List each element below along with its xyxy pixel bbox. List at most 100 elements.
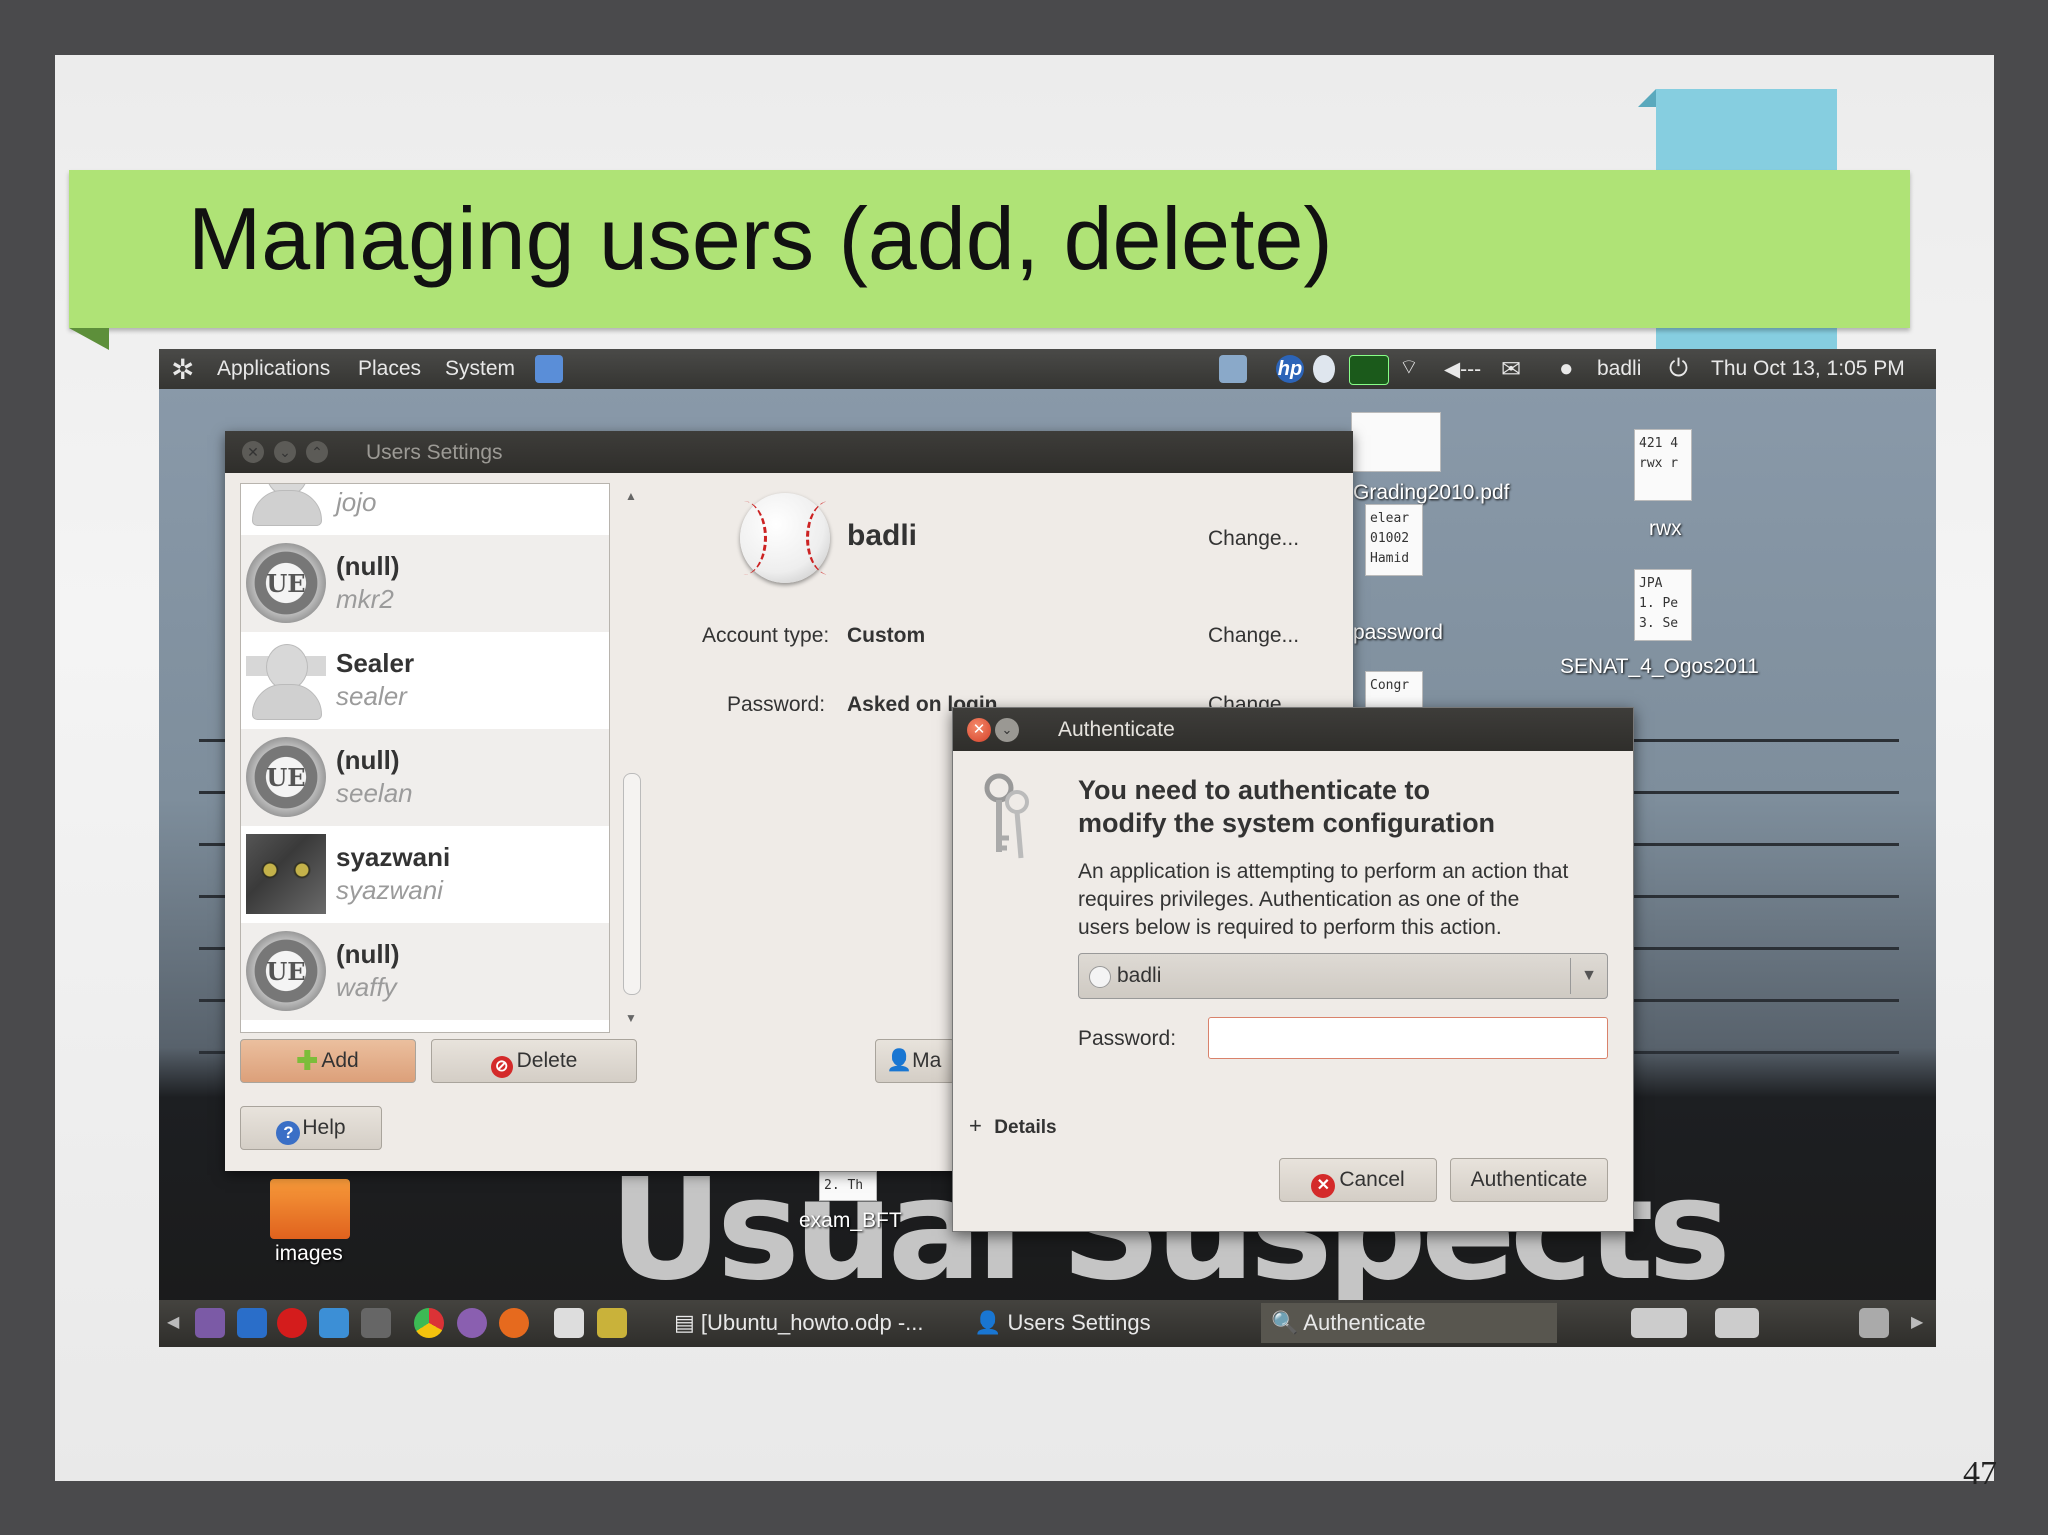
- launcher-icon[interactable]: [319, 1308, 349, 1338]
- user-login: sealer: [336, 681, 407, 711]
- auth-description: An application is attempting to perform …: [1078, 860, 1569, 939]
- close-icon[interactable]: ✕: [967, 718, 991, 742]
- auth-dialog-titlebar[interactable]: ✕ ⌄ Authenticate: [953, 708, 1633, 751]
- scroll-down-icon[interactable]: ▼: [625, 1011, 637, 1025]
- display-settings-icon[interactable]: [1219, 355, 1247, 383]
- text-editor-icon[interactable]: [554, 1308, 584, 1338]
- scrollbar-thumb[interactable]: [623, 773, 641, 995]
- avatar: [246, 834, 326, 914]
- menu-system[interactable]: System: [445, 357, 515, 381]
- firefox-icon[interactable]: [499, 1308, 529, 1338]
- volume-icon[interactable]: ◀---: [1444, 357, 1481, 382]
- selected-user-name: badli: [847, 519, 918, 552]
- launcher-icon[interactable]: [237, 1308, 267, 1338]
- terminal-icon[interactable]: [361, 1308, 391, 1338]
- user-list-scrollbar[interactable]: ▲ ▼: [620, 483, 642, 1031]
- opera-icon[interactable]: [277, 1308, 307, 1338]
- details-expander[interactable]: + Details: [969, 1113, 1057, 1139]
- scroll-left-icon[interactable]: ◀: [167, 1312, 179, 1332]
- auth-heading: You need to authenticate to modify the s…: [1078, 775, 1496, 838]
- power-icon[interactable]: ⏻: [1669, 355, 1688, 383]
- users-icon: 👤: [974, 1310, 1008, 1335]
- desktop-icon-label[interactable]: images: [275, 1242, 343, 1266]
- password-label: Password:: [727, 693, 826, 716]
- desktop-icon-label[interactable]: rwx: [1649, 517, 1682, 541]
- scroll-right-icon[interactable]: ▶: [1911, 1312, 1923, 1332]
- workspace-switcher-icon[interactable]: [1631, 1308, 1687, 1338]
- users-window-titlebar[interactable]: ✕ ⌄ ⌃ Users Settings: [225, 431, 1353, 473]
- change-account-type-button[interactable]: Change...: [1208, 624, 1299, 648]
- pidgin-icon[interactable]: [457, 1308, 487, 1338]
- account-type-value: Custom: [847, 624, 926, 647]
- network-wizard-icon[interactable]: [535, 355, 563, 383]
- show-desktop-icon[interactable]: [195, 1308, 225, 1338]
- user-list[interactable]: jojo UE (null) mkr2 Sealer sealer UE (nu…: [240, 483, 610, 1033]
- screenshot-icon[interactable]: [597, 1308, 627, 1338]
- add-user-button[interactable]: Add: [240, 1039, 416, 1083]
- text-file-icon[interactable]: JPA 1. Pe 3. Se: [1634, 569, 1692, 641]
- user-icon[interactable]: ●: [1559, 355, 1574, 383]
- user-name[interactable]: badli: [1597, 357, 1641, 381]
- ubuntu-logo-icon[interactable]: ✲: [171, 353, 194, 386]
- workspace-switcher-icon[interactable]: [1715, 1308, 1759, 1338]
- user-avatar-baseball[interactable]: [740, 493, 830, 583]
- list-item[interactable]: UE (null) seelan: [241, 729, 609, 826]
- text-file-icon[interactable]: 2. Th: [819, 1171, 877, 1201]
- folder-icon[interactable]: [270, 1179, 350, 1239]
- user-fullname: (null): [336, 745, 400, 775]
- list-item[interactable]: UE (null) waffy: [241, 923, 609, 1020]
- user-fullname: syazwani: [336, 842, 451, 872]
- user-avatar-icon: [1089, 966, 1111, 988]
- menu-places[interactable]: Places: [358, 357, 421, 381]
- change-name-button[interactable]: Change...: [1208, 527, 1299, 551]
- password-field[interactable]: [1208, 1017, 1608, 1059]
- desktop-icon-label[interactable]: exam_BFT: [799, 1209, 902, 1233]
- desktop-screenshot: Usual Suspects Grading2010.pdf 421 4rwx …: [159, 349, 1936, 1347]
- task-button[interactable]: 👤 Users Settings: [964, 1303, 1244, 1343]
- scroll-up-icon[interactable]: ▲: [625, 489, 637, 503]
- list-item[interactable]: Sealer sealer: [241, 632, 609, 729]
- account-type-label: Account type:: [702, 624, 830, 647]
- help-button[interactable]: ? Help: [240, 1106, 382, 1150]
- list-item[interactable]: UE (null) mkr2: [241, 535, 609, 632]
- manage-groups-button[interactable]: 👤Ma: [875, 1039, 955, 1083]
- hp-printer-icon[interactable]: hp: [1276, 355, 1304, 383]
- delete-icon: ⊘: [490, 1056, 513, 1078]
- clock[interactable]: Thu Oct 13, 1:05 PM: [1711, 357, 1905, 381]
- user-fullname: (null): [336, 939, 400, 969]
- desktop-icon-label[interactable]: SENAT_4_Ogos2011: [1560, 655, 1759, 679]
- trash-icon[interactable]: [1859, 1308, 1889, 1338]
- desktop-icon-label[interactable]: Grading2010.pdf: [1353, 481, 1509, 505]
- text-file-icon[interactable]: Congr: [1365, 671, 1423, 711]
- menu-applications[interactable]: Applications: [217, 357, 330, 381]
- avatar: UE: [246, 543, 326, 623]
- text-file-icon[interactable]: 421 4 rwx r: [1634, 429, 1692, 501]
- avatar: [246, 640, 326, 720]
- clock-applet-icon[interactable]: [1313, 355, 1335, 383]
- top-panel: ✲ Applications Places System hp ⌔ ◀--- ✉…: [159, 349, 1936, 389]
- system-monitor-icon[interactable]: [1349, 355, 1389, 385]
- title-banner-fold: [69, 328, 109, 350]
- wifi-icon[interactable]: ⌔: [1399, 355, 1419, 381]
- task-button[interactable]: ▤ [Ubuntu_howto.odp -...: [664, 1303, 939, 1343]
- document-icon: ▤: [674, 1310, 701, 1335]
- identity-select[interactable]: badli ▼: [1078, 953, 1608, 999]
- text-file-icon[interactable]: elear 01002 Hamid: [1365, 504, 1423, 576]
- chrome-icon[interactable]: [414, 1308, 444, 1338]
- cancel-button[interactable]: ✕ Cancel: [1279, 1158, 1437, 1202]
- users-window-title: Users Settings: [366, 441, 503, 464]
- maximize-icon[interactable]: ⌃: [306, 441, 328, 463]
- close-icon[interactable]: ✕: [242, 441, 264, 463]
- task-button[interactable]: 🔍 Authenticate: [1261, 1303, 1557, 1343]
- delete-user-button[interactable]: ⊘ Delete: [431, 1039, 637, 1083]
- minimize-icon[interactable]: ⌄: [274, 441, 296, 463]
- list-item[interactable]: syazwani syazwani: [241, 826, 609, 923]
- pdf-file-icon[interactable]: [1351, 412, 1441, 472]
- list-item[interactable]: jojo: [241, 484, 609, 535]
- mail-icon[interactable]: ✉: [1501, 355, 1521, 384]
- chevron-down-icon: ▼: [1581, 967, 1597, 984]
- cancel-icon: ✕: [1311, 1174, 1336, 1198]
- desktop-icon-label[interactable]: password: [1353, 621, 1443, 645]
- minimize-icon[interactable]: ⌄: [995, 718, 1019, 742]
- authenticate-button[interactable]: Authenticate: [1450, 1158, 1608, 1202]
